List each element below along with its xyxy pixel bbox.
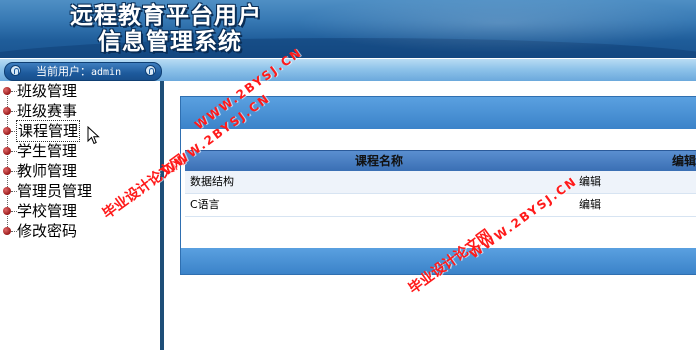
sidebar-item-teacher-management[interactable]: 教师管理 xyxy=(2,161,152,181)
sidebar-item-label[interactable]: 教师管理 xyxy=(17,161,77,181)
sidebar-item-label[interactable]: 班级管理 xyxy=(17,81,77,101)
sidebar-item-label[interactable]: 修改密码 xyxy=(17,221,77,241)
pill-left-cap-icon xyxy=(10,65,21,76)
bullet-icon xyxy=(3,227,11,235)
bullet-icon xyxy=(3,207,11,215)
edit-link[interactable]: 编辑 xyxy=(579,171,601,193)
app-title-line2: 信息管理系统 xyxy=(98,28,242,55)
sidebar-item-student-management[interactable]: 学生管理 xyxy=(2,141,152,161)
table-header: 课程名称 编辑 xyxy=(185,150,696,171)
sidebar-item-admin-management[interactable]: 管理员管理 xyxy=(2,181,152,201)
column-header-course-name: 课程名称 xyxy=(355,154,404,168)
panel-top-bar xyxy=(181,97,696,129)
bullet-icon xyxy=(3,187,11,195)
sidebar-item-label[interactable]: 班级赛事 xyxy=(17,101,77,121)
sidebar-item-school-management[interactable]: 学校管理 xyxy=(2,201,152,221)
sidebar-item-class-competition[interactable]: 班级赛事 xyxy=(2,101,152,121)
sidebar-item-label[interactable]: 学生管理 xyxy=(17,141,77,161)
sidebar-item-label[interactable]: 课程管理 xyxy=(16,120,81,142)
sidebar-item-change-password[interactable]: 修改密码 xyxy=(2,221,152,241)
app-title-line1: 远程教育平台用户 xyxy=(70,2,262,29)
bullet-icon xyxy=(3,167,11,175)
course-name-cell: 数据结构 xyxy=(190,175,234,188)
bullet-icon xyxy=(3,107,11,115)
column-header-edit: 编辑 xyxy=(672,154,696,168)
sidebar-item-course-management[interactable]: 课程管理 xyxy=(2,120,152,142)
table-row: C语言 编辑 xyxy=(185,194,696,217)
current-user-pill: 当前用户：admin xyxy=(4,62,162,81)
sidebar-item-label[interactable]: 管理员管理 xyxy=(17,181,92,201)
sidebar-item-label[interactable]: 学校管理 xyxy=(17,201,77,221)
app-header: 远程教育平台用户 信息管理系统 xyxy=(0,0,696,58)
mouse-pointer-icon xyxy=(87,126,100,145)
header-shine-decoration xyxy=(260,0,696,58)
panel-bottom-bar xyxy=(181,248,696,274)
course-name-cell: C语言 xyxy=(190,198,220,211)
user-status-bar: 当前用户：admin xyxy=(0,58,696,81)
sidebar-item-class-management[interactable]: 班级管理 xyxy=(2,81,152,101)
sidebar-divider xyxy=(160,81,164,350)
edit-link[interactable]: 编辑 xyxy=(579,194,601,216)
current-user-label: 当前用户： xyxy=(36,65,91,78)
bullet-icon xyxy=(3,127,11,135)
current-user-name: admin xyxy=(91,67,122,78)
current-user-text: 当前用户：admin xyxy=(36,64,121,80)
pill-right-cap-icon xyxy=(145,65,156,76)
course-list-panel: 课程名称 编辑 数据结构 编辑 C语言 编辑 xyxy=(180,96,696,275)
course-table: 课程名称 编辑 数据结构 编辑 C语言 编辑 xyxy=(185,150,696,217)
table-row: 数据结构 编辑 xyxy=(185,171,696,194)
bullet-icon xyxy=(3,87,11,95)
bullet-icon xyxy=(3,147,11,155)
